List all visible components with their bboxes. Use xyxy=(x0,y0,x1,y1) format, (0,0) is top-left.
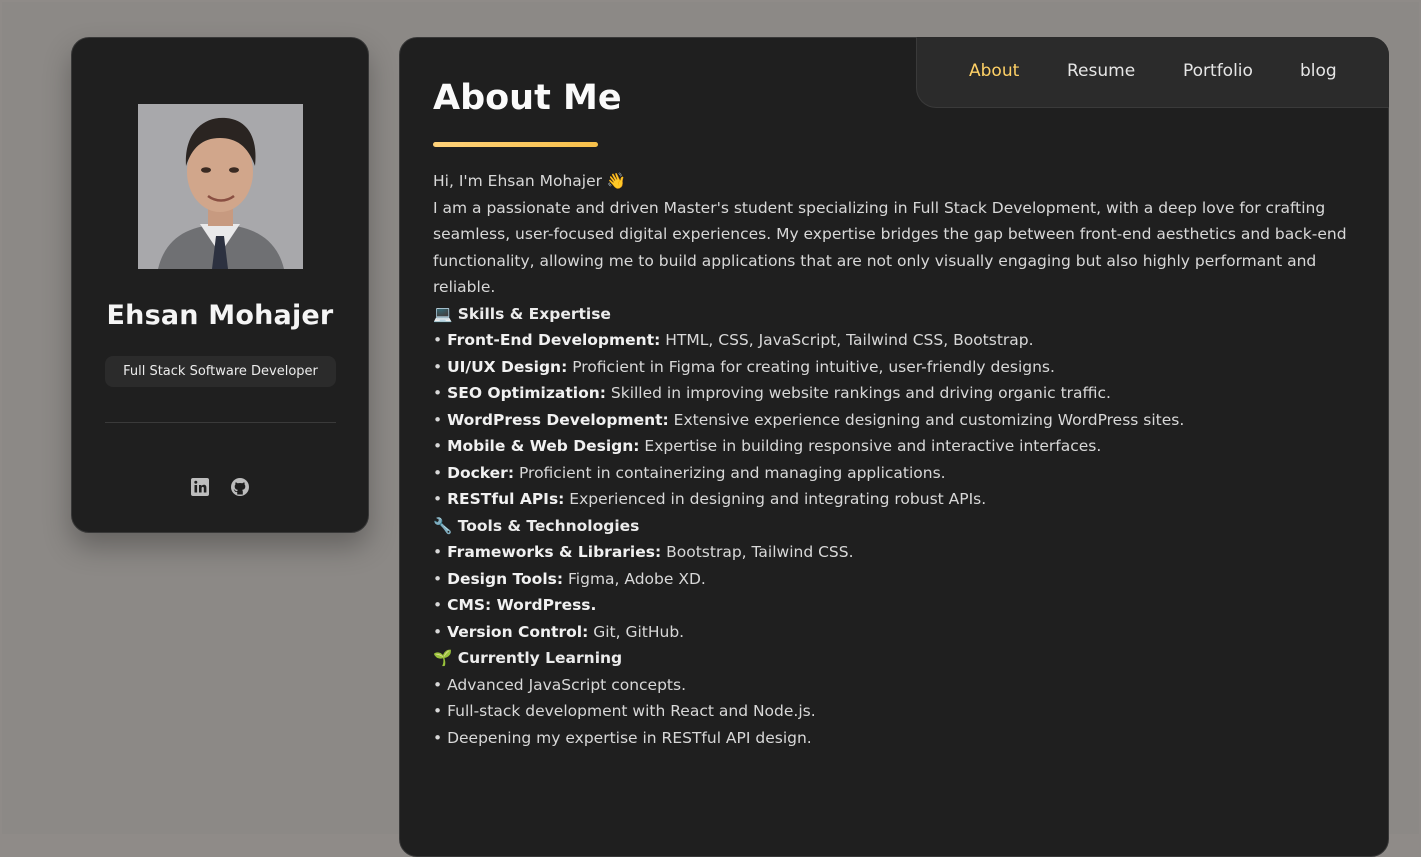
list-item-text: Bootstrap, Tailwind CSS. xyxy=(661,543,854,561)
tab-blog[interactable]: blog xyxy=(1300,61,1337,81)
list-item-text: HTML, CSS, JavaScript, Tailwind CSS, Boo… xyxy=(660,331,1034,349)
list-item: • Advanced JavaScript concepts. xyxy=(433,675,686,694)
list-item-label: Version Control: xyxy=(447,622,589,641)
list-item-text: Skilled in improving website rankings an… xyxy=(605,384,1111,402)
about-panel: About Resume Portfolio blog About Me Hi,… xyxy=(399,37,1389,857)
list-item-label: Frameworks & Libraries: xyxy=(447,543,662,561)
profile-sidebar: Ehsan Mohajer Full Stack Software Develo… xyxy=(71,37,369,533)
intro-paragraph: I am a passionate and driven Master's st… xyxy=(433,198,1347,297)
list-item-text: Deepening my expertise in RESTful API de… xyxy=(447,728,812,747)
greeting-text: Hi, I'm Ehsan Mohajer 👋 xyxy=(433,172,627,190)
list-item: • CMS: WordPress. xyxy=(433,596,597,614)
profile-name: Ehsan Mohajer xyxy=(106,300,334,331)
list-item-label: UI/UX Design: xyxy=(447,357,568,376)
list-item-text: Git, GitHub. xyxy=(588,622,685,641)
list-item-text: Expertise in building responsive and int… xyxy=(639,437,1102,455)
list-item: • Version Control: Git, GitHub. xyxy=(433,622,685,641)
list-item-text: Full-stack development with React and No… xyxy=(447,702,816,720)
title-underline xyxy=(433,142,598,147)
list-item-text: Proficient in Figma for creating intuiti… xyxy=(567,357,1055,376)
list-item-label: RESTful APIs: xyxy=(447,490,565,508)
list-item-label: Mobile & Web Design: xyxy=(447,437,640,455)
list-item-label: Docker: xyxy=(447,463,515,482)
tab-resume[interactable]: Resume xyxy=(1067,61,1135,81)
top-navbar: About Resume Portfolio blog xyxy=(916,37,1389,108)
list-item: • Mobile & Web Design: Expertise in buil… xyxy=(433,437,1102,455)
tab-about[interactable]: About xyxy=(969,61,1019,81)
list-item: • RESTful APIs: Experienced in designing… xyxy=(433,490,987,508)
list-item-label: SEO Optimization: xyxy=(447,384,606,402)
linkedin-icon[interactable] xyxy=(190,477,210,497)
list-item: • Front-End Development: HTML, CSS, Java… xyxy=(433,331,1034,349)
section-heading-learning: 🌱 Currently Learning xyxy=(433,649,623,667)
list-item-text: Extensive experience designing and custo… xyxy=(668,410,1185,429)
github-icon[interactable] xyxy=(230,477,250,497)
list-item: • UI/UX Design: Proficient in Figma for … xyxy=(433,357,1055,376)
list-item-label: Front-End Development: xyxy=(447,331,661,349)
list-item-text: Experienced in designing and integrating… xyxy=(564,490,987,508)
about-content: Hi, I'm Ehsan Mohajer 👋 I am a passionat… xyxy=(433,168,1363,751)
list-item: • SEO Optimization: Skilled in improving… xyxy=(433,384,1111,402)
list-item-label: Design Tools: xyxy=(447,569,564,588)
list-item: • Docker: Proficient in containerizing a… xyxy=(433,463,946,482)
section-heading-skills: 💻 Skills & Expertise xyxy=(433,304,611,323)
list-item-label: WordPress Development: xyxy=(447,410,669,429)
list-item-label: CMS: WordPress. xyxy=(447,596,597,614)
avatar xyxy=(138,104,303,269)
list-item-text: Advanced JavaScript concepts. xyxy=(447,675,686,694)
section-heading-tools: 🔧 Tools & Technologies xyxy=(433,516,640,535)
sidebar-divider xyxy=(105,422,336,423)
list-item: • Full-stack development with React and … xyxy=(433,702,816,720)
list-item: • Deepening my expertise in RESTful API … xyxy=(433,728,812,747)
social-links xyxy=(72,476,368,497)
list-item: • Design Tools: Figma, Adobe XD. xyxy=(433,569,706,588)
list-item: • Frameworks & Libraries: Bootstrap, Tai… xyxy=(433,543,854,561)
list-item-text: Proficient in containerizing and managin… xyxy=(514,463,946,482)
profile-title-badge: Full Stack Software Developer xyxy=(105,356,336,387)
tab-portfolio[interactable]: Portfolio xyxy=(1183,61,1253,81)
page-title: About Me xyxy=(433,78,622,118)
list-item-text: Figma, Adobe XD. xyxy=(563,569,706,588)
avatar-photo xyxy=(138,104,303,269)
list-item: • WordPress Development: Extensive exper… xyxy=(433,410,1185,429)
page-background: Ehsan Mohajer Full Stack Software Develo… xyxy=(2,2,1419,857)
